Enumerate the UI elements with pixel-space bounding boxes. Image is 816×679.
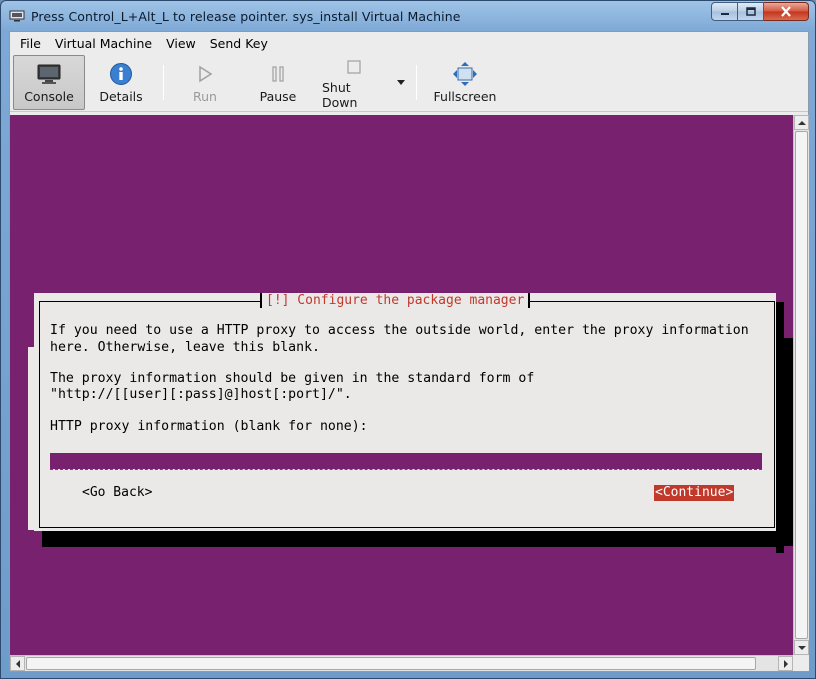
toolbar-separator xyxy=(163,65,164,100)
go-back-button[interactable]: <Go Back> xyxy=(82,485,152,501)
scrollbar-corner xyxy=(793,655,809,671)
dialog-text: here. Otherwise, leave this blank. xyxy=(50,340,320,355)
vertical-scrollbar[interactable] xyxy=(793,115,809,655)
arrow-up-icon xyxy=(797,120,806,125)
menu-bar: File Virtual Machine View Send Key xyxy=(10,32,808,54)
title-bar[interactable]: Press Control_L+Alt_L to release pointer… xyxy=(1,1,815,31)
run-label: Run xyxy=(193,89,217,104)
monitor-icon xyxy=(36,61,62,87)
input-underline xyxy=(50,469,762,470)
menu-file[interactable]: File xyxy=(13,36,48,51)
arrow-right-icon xyxy=(783,659,788,668)
minimize-icon xyxy=(720,12,729,15)
stop-icon xyxy=(345,55,363,78)
chevron-down-icon xyxy=(397,79,405,85)
package-manager-dialog: [!] Configure the package manager If you… xyxy=(34,293,776,531)
window-title: Press Control_L+Alt_L to release pointer… xyxy=(31,8,461,24)
vm-window: Press Control_L+Alt_L to release pointer… xyxy=(0,0,816,679)
dialog-title: [!] Configure the package manager xyxy=(260,293,531,309)
pause-button[interactable]: Pause xyxy=(240,55,316,110)
fullscreen-button[interactable]: Fullscreen xyxy=(423,55,507,110)
background-dialog-shadow xyxy=(784,338,793,546)
field-label: HTTP proxy information (blank for none): xyxy=(50,419,368,434)
close-button[interactable] xyxy=(764,2,809,21)
arrow-down-icon xyxy=(797,645,806,650)
dialog-text: "http://[[user][:pass]@]host[:port]/". xyxy=(50,387,352,402)
maximize-icon xyxy=(745,6,756,16)
pause-label: Pause xyxy=(259,89,297,104)
scroll-up-button[interactable] xyxy=(794,115,809,130)
dialog-shadow xyxy=(776,302,784,553)
fullscreen-label: Fullscreen xyxy=(433,89,497,104)
toolbar: Console Details Run Pause Shut Down Full… xyxy=(10,54,808,112)
client-area: File Virtual Machine View Send Key Conso… xyxy=(9,31,809,672)
scroll-down-button[interactable] xyxy=(794,640,809,655)
horizontal-scrollbar[interactable] xyxy=(10,655,793,671)
continue-button[interactable]: <Continue> xyxy=(654,485,735,501)
info-icon xyxy=(109,61,133,87)
fullscreen-icon xyxy=(452,61,478,87)
dialog-text: The proxy information should be given in… xyxy=(50,371,535,386)
minimize-button[interactable] xyxy=(711,2,738,21)
arrow-left-icon xyxy=(15,659,20,668)
details-button[interactable]: Details xyxy=(85,55,157,110)
close-icon xyxy=(781,6,791,17)
dialog-text: If you need to use a HTTP proxy to acces… xyxy=(50,323,749,338)
shutdown-button[interactable]: Shut Down xyxy=(316,55,392,110)
menu-view[interactable]: View xyxy=(159,36,203,51)
play-icon xyxy=(196,61,214,87)
toolbar-separator xyxy=(416,65,417,100)
vertical-scroll-thumb[interactable] xyxy=(795,131,808,639)
scroll-right-button[interactable] xyxy=(778,656,793,671)
dialog-shadow xyxy=(42,531,784,547)
console-button[interactable]: Console xyxy=(13,55,85,110)
pause-icon xyxy=(269,61,287,87)
http-proxy-input[interactable] xyxy=(50,453,762,469)
console-label: Console xyxy=(24,89,74,104)
horizontal-scroll-thumb[interactable] xyxy=(26,657,756,670)
vm-console[interactable]: [!] Configure the package manager If you… xyxy=(10,115,793,655)
menu-virtual-machine[interactable]: Virtual Machine xyxy=(48,36,159,51)
maximize-button[interactable] xyxy=(738,2,764,21)
details-label: Details xyxy=(99,89,143,104)
shutdown-dropdown[interactable] xyxy=(392,55,410,110)
run-button[interactable]: Run xyxy=(170,55,240,110)
menu-send-key[interactable]: Send Key xyxy=(203,36,275,51)
vm-monitor-icon xyxy=(9,10,25,22)
window-controls xyxy=(711,2,809,21)
shutdown-label: Shut Down xyxy=(322,80,358,110)
scroll-left-button[interactable] xyxy=(10,656,25,671)
